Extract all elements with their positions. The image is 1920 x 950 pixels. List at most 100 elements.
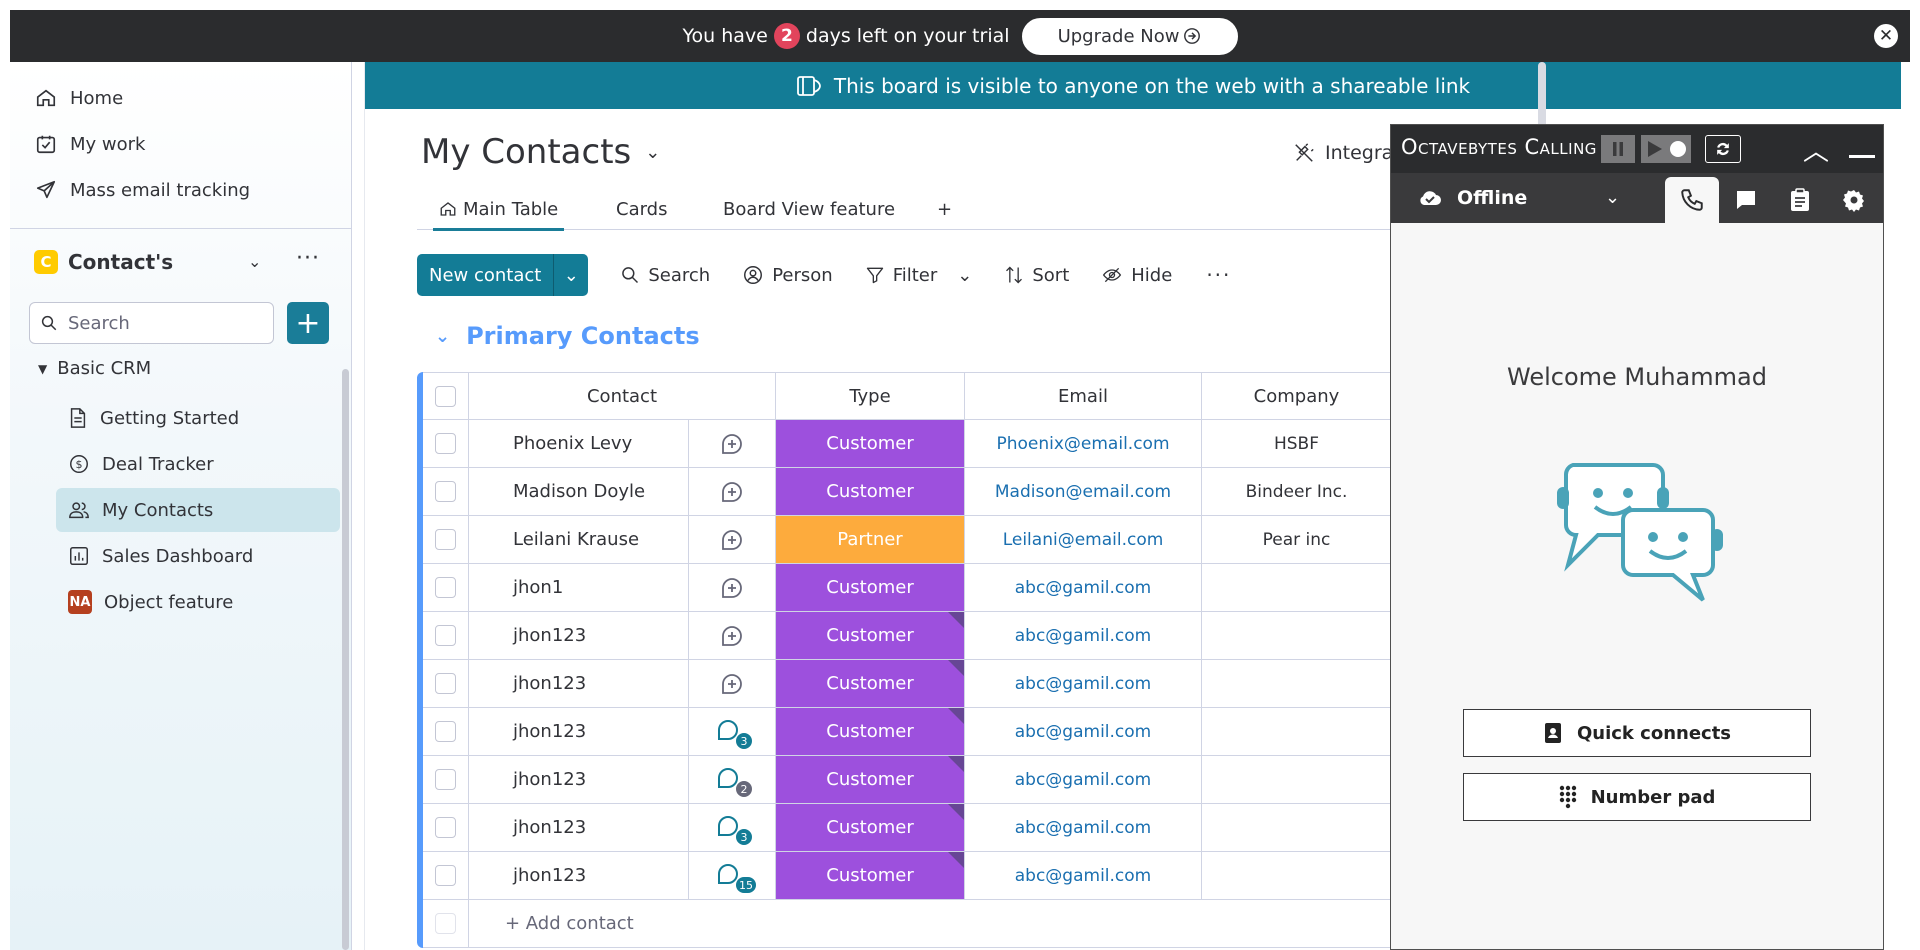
number-pad-button[interactable]: Number pad (1463, 773, 1811, 821)
row-checkbox[interactable] (423, 420, 469, 467)
table-row[interactable]: Madison Doyle Customer Madison@email.com Bi… (423, 468, 1517, 516)
sidebar-item-sales-dashboard[interactable]: Sales Dashboard (56, 534, 340, 578)
row-checkbox[interactable] (423, 756, 469, 803)
chevron-down-icon[interactable]: ⌄ (554, 265, 588, 286)
email-cell[interactable]: abc@gamil.com (965, 564, 1202, 611)
email-cell[interactable]: abc@gamil.com (965, 660, 1202, 707)
row-checkbox[interactable] (423, 804, 469, 851)
tasks-tab[interactable] (1773, 177, 1827, 223)
row-checkbox[interactable] (423, 612, 469, 659)
company-cell[interactable]: Bindeer Inc. (1202, 468, 1392, 515)
table-row[interactable]: jhon123 3 Customer abc@gamil.com (423, 708, 1517, 756)
table-row[interactable]: jhon123 Customer abc@gamil.com (423, 660, 1517, 708)
sidebar-scrollbar[interactable] (342, 369, 349, 950)
chat-tab[interactable] (1719, 177, 1773, 223)
email-cell[interactable]: abc@gamil.com (965, 708, 1202, 755)
sidebar-item-my-work[interactable]: My work (34, 132, 145, 156)
type-status-cell[interactable]: Customer (776, 804, 965, 851)
contact-name[interactable]: Phoenix Levy (469, 420, 689, 467)
sidebar-item-home[interactable]: Home (34, 86, 123, 110)
table-row[interactable]: jhon123 2 Customer abc@gamil.com (423, 756, 1517, 804)
chevron-down-icon[interactable]: ⌄ (248, 252, 261, 271)
sort-button[interactable]: Sort (1004, 264, 1069, 286)
company-cell[interactable] (1202, 564, 1392, 611)
updates-button[interactable] (689, 420, 776, 467)
workspace-selector[interactable]: C Contact's (34, 250, 173, 274)
row-checkbox[interactable] (423, 708, 469, 755)
minimize-icon[interactable] (1849, 155, 1875, 158)
table-row[interactable]: jhon123 15 Customer abc@gamil.com (423, 852, 1517, 900)
column-header-company[interactable]: Company (1202, 373, 1392, 419)
email-cell[interactable]: Leilani@email.com (965, 516, 1202, 563)
sidebar-item-getting-started[interactable]: Getting Started (56, 396, 340, 440)
email-cell[interactable]: abc@gamil.com (965, 852, 1202, 899)
close-icon[interactable]: ✕ (1874, 24, 1898, 48)
new-contact-button[interactable]: New contact ⌄ (417, 254, 589, 296)
contact-name[interactable]: jhon1 (469, 564, 689, 611)
refresh-icon[interactable] (1705, 135, 1741, 163)
contact-name[interactable]: jhon123 (469, 660, 689, 707)
type-status-cell[interactable]: Customer (776, 420, 965, 467)
updates-button[interactable] (689, 516, 776, 563)
row-checkbox[interactable] (423, 468, 469, 515)
updates-button[interactable]: 15 (689, 852, 776, 899)
upgrade-button[interactable]: Upgrade Now (1021, 17, 1238, 55)
tab-board-view-feature[interactable]: Board View feature (723, 188, 895, 230)
row-checkbox[interactable] (423, 852, 469, 899)
company-cell[interactable]: Pear inc (1202, 516, 1392, 563)
email-cell[interactable]: abc@gamil.com (965, 804, 1202, 851)
sidebar-item-object-feature[interactable]: NA Object feature (56, 580, 340, 624)
sidebar-search-input[interactable]: Search (29, 302, 274, 344)
status-selector[interactable]: Offline (1417, 187, 1527, 209)
chevron-up-icon[interactable]: ︿ (1803, 131, 1829, 168)
select-all-checkbox[interactable] (423, 373, 469, 419)
play-toggle-icon[interactable] (1641, 135, 1691, 163)
table-row[interactable]: jhon123 Customer abc@gamil.com (423, 612, 1517, 660)
table-row[interactable]: Phoenix Levy Customer Phoenix@email.com HSB… (423, 420, 1517, 468)
column-header-email[interactable]: Email (965, 373, 1202, 419)
sidebar-item-mass-email[interactable]: Mass email tracking (34, 178, 250, 202)
hide-button[interactable]: Hide (1101, 265, 1172, 286)
table-row[interactable]: Leilani Krause Partner Leilani@email.com Pe… (423, 516, 1517, 564)
settings-tab[interactable] (1827, 177, 1881, 223)
add-contact-button[interactable]: + Add contact (469, 900, 776, 947)
updates-button[interactable]: 3 (689, 708, 776, 755)
email-cell[interactable]: abc@gamil.com (965, 756, 1202, 803)
updates-button[interactable] (689, 468, 776, 515)
group-header[interactable]: ⌄ Primary Contacts (435, 322, 700, 350)
company-cell[interactable]: HSBF (1202, 420, 1392, 467)
company-cell[interactable] (1202, 852, 1392, 899)
search-button[interactable]: Search (620, 265, 710, 286)
integrate-button[interactable]: Integrat (1293, 142, 1401, 164)
type-status-cell[interactable]: Customer (776, 468, 965, 515)
more-options-icon[interactable]: ··· (296, 246, 320, 271)
tab-cards[interactable]: Cards (616, 188, 668, 230)
column-header-contact[interactable]: Contact (469, 373, 776, 419)
person-filter-button[interactable]: Person (742, 264, 833, 286)
company-cell[interactable] (1202, 708, 1392, 755)
contact-name[interactable]: Madison Doyle (469, 468, 689, 515)
folder-basic-crm[interactable]: ▼ Basic CRM (38, 358, 151, 379)
row-checkbox[interactable] (423, 660, 469, 707)
row-checkbox[interactable] (423, 564, 469, 611)
company-cell[interactable] (1202, 804, 1392, 851)
email-cell[interactable]: Phoenix@email.com (965, 420, 1202, 467)
tab-main-table[interactable]: Main Table (432, 188, 565, 231)
updates-button[interactable]: 3 (689, 804, 776, 851)
column-header-type[interactable]: Type (776, 373, 965, 419)
contact-name[interactable]: jhon123 (469, 612, 689, 659)
company-cell[interactable] (1202, 660, 1392, 707)
type-status-cell[interactable]: Customer (776, 708, 965, 755)
type-status-cell[interactable]: Customer (776, 660, 965, 707)
contact-name[interactable]: jhon123 (469, 804, 689, 851)
updates-button[interactable] (689, 612, 776, 659)
pause-icon[interactable] (1601, 135, 1635, 163)
filter-button[interactable]: Filter ⌄ (865, 265, 972, 286)
contact-name[interactable]: Leilani Krause (469, 516, 689, 563)
row-checkbox[interactable] (423, 516, 469, 563)
add-item-button[interactable]: + (287, 302, 329, 344)
sidebar-item-my-contacts[interactable]: My Contacts (56, 488, 340, 532)
type-status-cell[interactable]: Customer (776, 756, 965, 803)
quick-connects-button[interactable]: Quick connects (1463, 709, 1811, 757)
sidebar-item-deal-tracker[interactable]: $ Deal Tracker (56, 442, 340, 486)
